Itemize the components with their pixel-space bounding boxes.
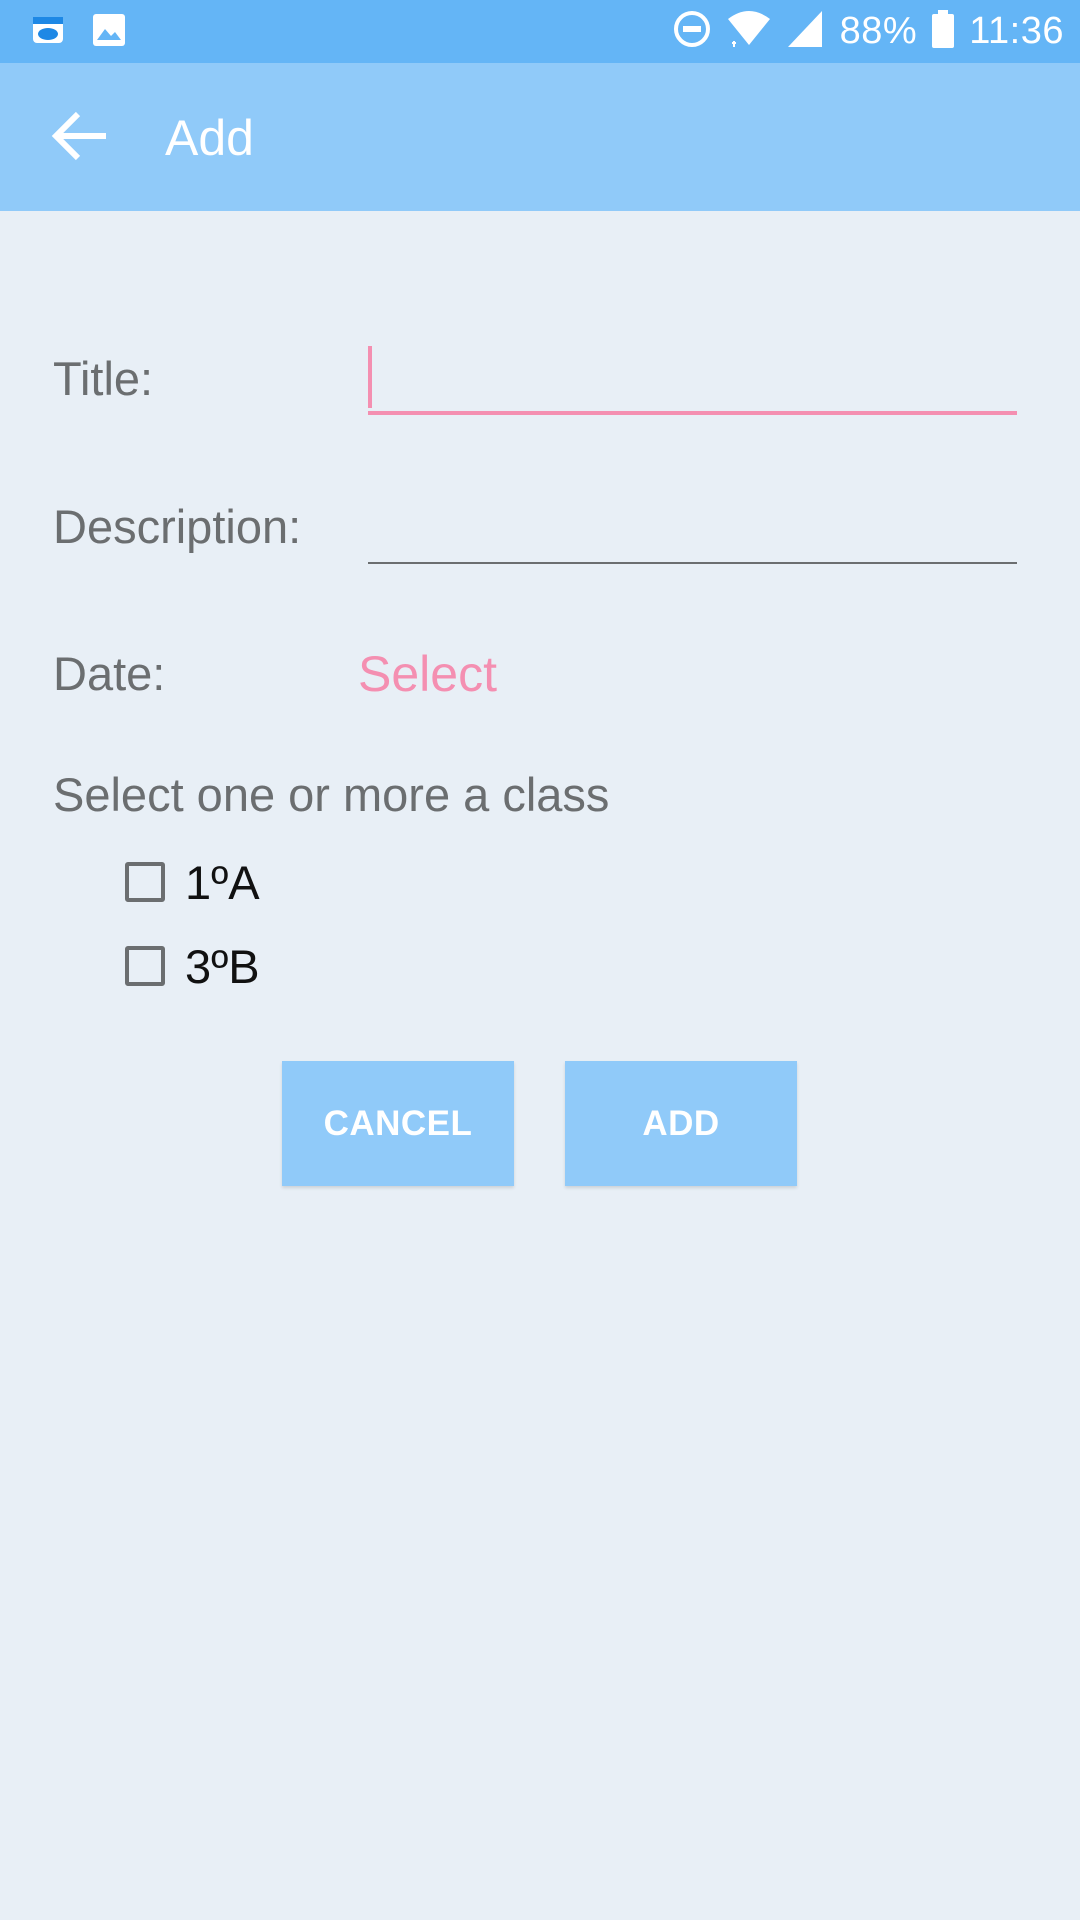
image-notification-icon [91,12,127,53]
title-label: Title: [53,352,154,405]
arrow-back-icon [50,108,110,169]
date-select-button[interactable]: Select [358,646,497,702]
status-bar: 88% 11:36 [0,0,1080,63]
description-input[interactable] [368,494,1017,564]
add-button[interactable]: ADD [565,1061,797,1186]
class-checkbox-label: 3ºB [185,939,260,993]
cell-signal-icon [786,9,826,54]
clock: 11:36 [969,10,1064,52]
app-bar: Add [0,63,1080,211]
cancel-button[interactable]: CANCEL [282,1061,514,1186]
title-input[interactable] [368,345,1017,415]
app-notification-icon [30,12,66,53]
description-label: Description: [53,500,302,553]
back-button[interactable] [40,103,120,173]
page-title: Add [165,110,254,166]
battery-percent: 88% [839,10,918,52]
wifi-icon [726,9,772,54]
do-not-disturb-icon [672,9,712,54]
class-checkbox-row[interactable]: 1ºA [123,852,260,912]
battery-icon [931,9,955,54]
checkbox[interactable] [125,862,165,902]
class-checkbox-row[interactable]: 3ºB [123,936,260,996]
text-cursor [368,346,372,408]
add-screen: 88% 11:36 Add Title: Description: Date: … [0,0,1080,1920]
date-label: Date: [53,647,166,700]
checkbox[interactable] [125,946,165,986]
status-right-group: 88% 11:36 [672,0,1064,63]
class-section-label: Select one or more a class [53,768,610,821]
class-checkbox-label: 1ºA [185,855,260,909]
